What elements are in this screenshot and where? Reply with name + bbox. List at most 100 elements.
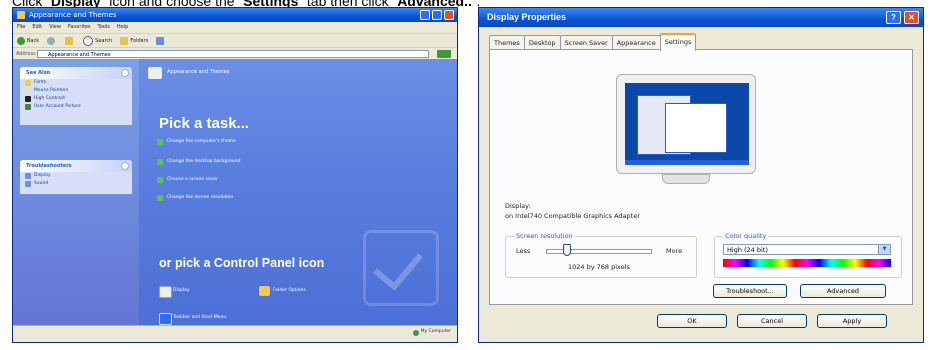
resolution-slider-thumb[interactable] (563, 244, 571, 256)
see-also-label: Fonts (34, 80, 47, 85)
screen-resolution-group: Screen resolution Less More 1024 by 768 … (505, 232, 697, 278)
tab-desktop[interactable]: Desktop (523, 35, 561, 50)
monitor-bezel (616, 74, 756, 174)
tab-screen-saver[interactable]: Screen Saver (559, 35, 613, 50)
tab-appearance[interactable]: Appearance (611, 35, 661, 50)
task-link[interactable]: Change the screen resolution (157, 195, 233, 201)
troubleshooter-item[interactable]: Sound (20, 180, 132, 188)
forward-button[interactable] (47, 34, 57, 48)
menu-view[interactable]: View (49, 22, 61, 33)
see-also-header[interactable]: See Also (20, 67, 132, 79)
user-picture-icon (25, 104, 31, 110)
dialog-title: Display Properties (487, 12, 567, 22)
search-button[interactable]: Search (83, 34, 112, 48)
preview-taskbar (625, 160, 749, 165)
advanced-button[interactable]: Advanced (800, 284, 886, 298)
resolution-slider-track[interactable] (546, 249, 652, 254)
troubleshooters-panel: Troubleshooters Display Sound (20, 160, 132, 194)
menu-help[interactable]: Help (117, 22, 128, 33)
folders-icon (120, 36, 129, 45)
tab-themes[interactable]: Themes (489, 35, 525, 50)
task-link[interactable]: Change the computer's theme (157, 139, 236, 145)
see-also-item[interactable]: User Account Picture (20, 103, 132, 111)
see-also-item[interactable]: High Contrast (20, 95, 132, 103)
maximize-button[interactable] (432, 10, 442, 20)
menu-edit[interactable]: Edit (32, 22, 42, 33)
folders-button[interactable]: Folders (120, 34, 148, 48)
address-field[interactable]: Appearance and Themes (37, 50, 429, 58)
menu-bar: File Edit View Favorites Tools Help (13, 22, 457, 33)
menu-file[interactable]: File (17, 22, 25, 33)
up-button[interactable] (65, 34, 75, 48)
tab-settings[interactable]: Settings (659, 33, 697, 51)
resolution-value: 1024 by 768 pixels (568, 263, 630, 271)
chevron-up-icon[interactable] (121, 162, 129, 170)
control-panel-titlebar[interactable]: Appearance and Themes (13, 8, 457, 22)
folders-label: Folders (130, 38, 149, 44)
see-also-label: High Contrast (34, 96, 66, 101)
cancel-button[interactable]: Cancel (737, 314, 807, 328)
category-title: Appearance and Themes (167, 69, 230, 75)
see-also-panel: See Also Fonts Mouse Pointers High Contr… (20, 67, 132, 125)
see-also-title: See Also (26, 70, 51, 76)
applet-label: Folder Options (273, 288, 306, 293)
menu-tools[interactable]: Tools (98, 22, 110, 33)
chevron-down-icon[interactable]: ▼ (878, 245, 890, 254)
task-arrow-icon (157, 177, 163, 183)
color-quality-value: High (24 bit) (727, 246, 768, 254)
resolution-more-label: More (666, 247, 683, 255)
search-label: Search (95, 38, 113, 44)
pick-icon-title: or pick a Control Panel icon (159, 256, 325, 270)
taskbar-applet[interactable]: Taskbar and Start Menu (159, 313, 227, 325)
troubleshooters-header[interactable]: Troubleshooters (20, 160, 132, 172)
task-link[interactable]: Choose a screen saver (157, 177, 218, 183)
status-zone: My Computer (412, 329, 451, 336)
minimize-button[interactable] (420, 10, 430, 20)
folder-options-applet[interactable]: Folder Options (259, 286, 306, 296)
mouse-pointer-icon (25, 88, 31, 94)
color-quality-group: Color quality High (24 bit) ▼ (714, 232, 902, 278)
close-button[interactable]: ✕ (904, 11, 919, 24)
back-label: Back (27, 38, 40, 44)
troubleshooter-label: Display (34, 173, 51, 178)
views-icon (156, 36, 165, 45)
monitor-screen (625, 83, 749, 165)
views-button[interactable] (156, 34, 166, 48)
chevron-up-icon[interactable] (121, 69, 129, 77)
back-button[interactable]: Back (17, 34, 39, 48)
color-quality-select[interactable]: High (24 bit) ▼ (723, 244, 891, 255)
display-adapter: on Intel740 Compatible Graphics Adapter (505, 212, 640, 220)
menu-favorites[interactable]: Favorites (68, 22, 91, 33)
back-arrow-icon (17, 36, 25, 45)
troubleshooter-item[interactable]: Display (20, 172, 132, 180)
apply-button[interactable]: Apply (817, 314, 887, 328)
see-also-item[interactable]: Mouse Pointers (20, 87, 132, 95)
high-contrast-icon (25, 96, 31, 102)
pick-task-title: Pick a task... (159, 115, 250, 132)
close-button[interactable] (444, 10, 454, 20)
help-button[interactable]: ? (886, 11, 901, 24)
applet-label: Taskbar and Start Menu (173, 315, 227, 320)
troubleshoot-button[interactable]: Troubleshoot... (713, 284, 787, 298)
folder-icon (259, 286, 270, 296)
help-icon (25, 173, 31, 179)
folder-up-icon (65, 36, 74, 45)
forward-arrow-icon (47, 36, 56, 45)
window-title: Appearance and Themes (29, 11, 117, 19)
search-icon (83, 35, 94, 46)
display-applet[interactable]: Display (159, 286, 190, 298)
appearance-themes-icon (148, 67, 162, 79)
go-button[interactable] (437, 50, 451, 58)
see-also-item[interactable]: Fonts (20, 79, 132, 87)
see-also-label: Mouse Pointers (34, 88, 69, 93)
task-link[interactable]: Change the desktop background (157, 159, 240, 165)
color-spectrum-bar (723, 259, 891, 267)
troubleshooters-title: Troubleshooters (26, 163, 72, 169)
checkmark-watermark-icon (363, 230, 439, 306)
dialog-titlebar[interactable]: Display Properties ? ✕ (479, 8, 923, 27)
side-pane: See Also Fonts Mouse Pointers High Contr… (13, 59, 139, 326)
ok-button[interactable]: OK (657, 314, 727, 328)
display-properties-dialog: Display Properties ? ✕ Themes Desktop Sc… (478, 7, 924, 343)
status-bar: My Computer (13, 325, 457, 342)
monitor-stand (662, 174, 710, 184)
